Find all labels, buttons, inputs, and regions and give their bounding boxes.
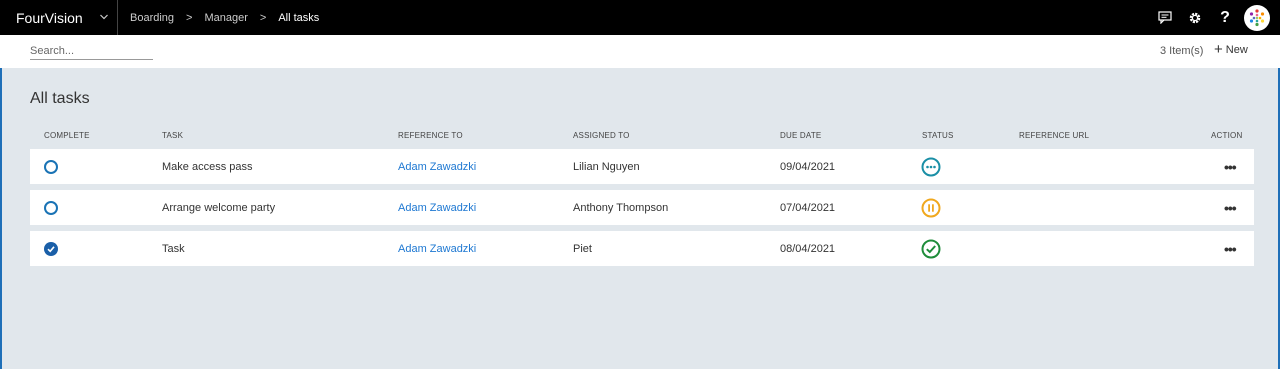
table-row[interactable]: Task Adam Zawadzki Piet 08/04/2021 ••• [30,231,1254,266]
table-row[interactable]: Make access pass Adam Zawadzki Lilian Ng… [30,149,1254,184]
status-cell [921,190,941,225]
complete-checkbox-checked[interactable] [44,241,58,256]
more-icon[interactable]: ••• [1224,242,1237,256]
action-cell: ••• [1224,149,1237,184]
help-button[interactable]: ? [1210,0,1240,35]
complete-checkbox[interactable] [44,159,58,174]
help-icon: ? [1220,8,1230,26]
status-cell [921,149,941,184]
command-bar: 3 Item(s) + New [0,35,1280,68]
table-row[interactable]: Arrange welcome party Adam Zawadzki Anth… [30,190,1254,225]
feedback-button[interactable] [1150,0,1180,35]
feedback-icon [1158,11,1172,24]
avatar-logo-icon [1249,8,1265,26]
status-on-hold-icon [921,198,941,217]
column-header-due-date[interactable]: DUE DATE [780,131,821,140]
items-count: 3 Item(s) [1160,45,1204,57]
breadcrumb-separator-icon: > [259,11,267,24]
complete-cell [44,231,58,266]
new-button[interactable]: + New [1214,41,1248,58]
column-header-complete[interactable]: COMPLETE [44,131,90,140]
breadcrumb-current: All tasks [278,11,320,24]
user-avatar[interactable] [1244,4,1270,31]
more-icon[interactable]: ••• [1224,201,1237,215]
column-header-reference-to[interactable]: REFERENCE TO [398,131,463,140]
top-actions: ? [1150,0,1270,35]
new-button-label: New [1225,43,1248,56]
checkmark-icon [47,245,55,252]
assigned-to-cell: Piet [573,242,592,255]
task-cell: Make access pass [162,160,253,173]
breadcrumb: Boarding > Manager > All tasks [118,12,319,24]
breadcrumb-manager[interactable]: Manager [204,12,247,24]
column-header-action: ACTION [1211,131,1243,140]
top-bar: FourVision Boarding > Manager > All task… [0,0,1280,35]
task-cell: Task [162,242,185,255]
assigned-to-cell: Lilian Nguyen [573,160,640,173]
chevron-down-icon [100,14,108,20]
action-cell: ••• [1224,190,1237,225]
due-date-cell: 09/04/2021 [780,160,836,173]
column-header-assigned-to[interactable]: ASSIGNED TO [573,131,630,140]
column-header-status[interactable]: STATUS [922,131,954,140]
more-icon[interactable]: ••• [1224,160,1237,174]
due-date-cell: 08/04/2021 [780,242,836,255]
column-header-reference-url[interactable]: REFERENCE URL [1019,131,1089,140]
assigned-to-cell: Anthony Thompson [573,201,669,214]
complete-checkbox[interactable] [44,200,58,215]
task-cell: Arrange welcome party [162,201,276,214]
reference-link[interactable]: Adam Zawadzki [398,149,476,184]
action-cell: ••• [1224,231,1237,266]
status-cell [921,231,941,266]
reference-link[interactable]: Adam Zawadzki [398,190,476,225]
settings-button[interactable] [1180,0,1210,35]
gear-icon [1189,12,1201,23]
breadcrumb-separator-icon: > [186,11,193,24]
complete-cell [44,149,58,184]
column-header-task[interactable]: TASK [162,131,183,140]
app-switcher[interactable]: FourVision [0,0,118,35]
status-completed-icon [921,239,941,258]
plus-icon: + [1214,41,1223,58]
page-title: All tasks [30,90,90,107]
complete-cell [44,190,58,225]
brand-name: FourVision [16,9,83,26]
reference-link[interactable]: Adam Zawadzki [398,231,476,266]
breadcrumb-boarding[interactable]: Boarding [130,12,174,24]
status-not-started-icon [921,157,941,176]
due-date-cell: 07/04/2021 [780,201,836,214]
search-input[interactable] [30,42,153,60]
